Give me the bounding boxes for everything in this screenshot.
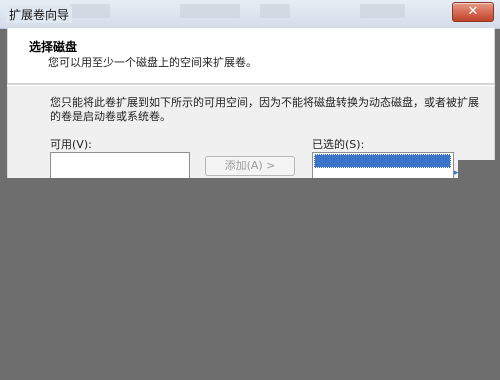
window-title: 扩展卷向导 <box>6 6 73 23</box>
title-bar: 扩展卷向导 ✕ <box>0 0 500 29</box>
page-title: 选择磁盘 <box>29 40 78 54</box>
list-item[interactable]: 磁盘 1 55889 MB <box>314 154 469 181</box>
close-button[interactable]: ✕ <box>452 2 494 22</box>
obscured-region <box>0 178 500 380</box>
wizard-body: 您只能将此卷扩展到如下所示的可用空间，因为不能将磁盘转换为动态磁盘，或者被扩展的… <box>7 86 495 184</box>
obscured-region <box>458 160 500 180</box>
wizard-header: 选择磁盘 您可以用至少一个磁盘上的空间来扩展卷。 <box>7 28 495 83</box>
available-label: 可用(V): <box>50 138 92 151</box>
blurred-background <box>70 4 110 18</box>
blurred-background <box>180 4 240 18</box>
close-icon: ✕ <box>467 4 479 19</box>
add-button[interactable]: 添加(A) > <box>205 156 295 176</box>
description-text: 您只能将此卷扩展到如下所示的可用空间，因为不能将磁盘转换为动态磁盘，或者被扩展的… <box>50 96 479 123</box>
selected-label: 已选的(S): <box>312 138 365 151</box>
blurred-background <box>260 4 290 18</box>
page-subtitle: 您可以用至少一个磁盘上的空间来扩展卷。 <box>48 56 257 69</box>
blurred-background <box>360 4 405 18</box>
